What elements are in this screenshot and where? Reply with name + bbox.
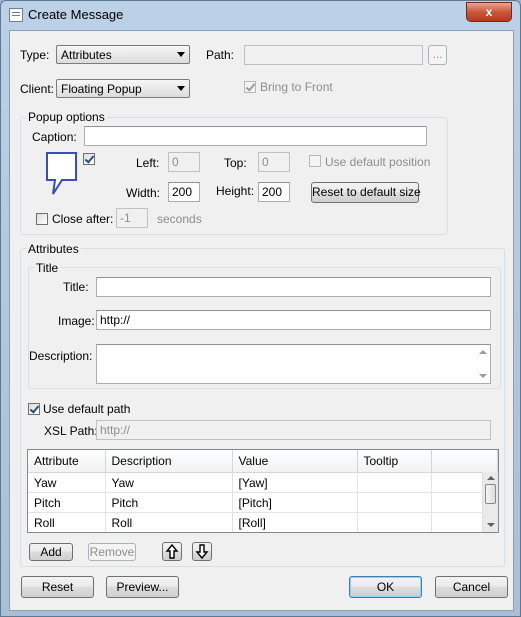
- table-header-row: Attribute Description Value Tooltip: [28, 450, 498, 473]
- xsl-path-label: XSL Path:: [44, 424, 98, 438]
- arrow-up-icon: [165, 543, 179, 559]
- left-input[interactable]: 0: [168, 152, 200, 172]
- browse-button[interactable]: ...: [428, 45, 447, 65]
- table-cell[interactable]: [Pitch]: [232, 492, 358, 513]
- close-button[interactable]: x: [466, 2, 512, 22]
- title-input[interactable]: [96, 277, 491, 297]
- left-label: Left:: [136, 156, 160, 170]
- dialog-body: Type: Attributes Path: ... Client: Float…: [9, 30, 514, 611]
- table-cell[interactable]: [357, 512, 432, 532]
- column-header-filler: [431, 450, 498, 473]
- height-input[interactable]: 200: [258, 182, 290, 202]
- column-header-value[interactable]: Value: [232, 450, 358, 473]
- reset-size-button[interactable]: Reset to default size: [311, 182, 421, 203]
- top-input[interactable]: 0: [258, 152, 290, 172]
- bring-to-front-label: Bring to Front: [260, 80, 333, 94]
- type-select-value: Attributes: [61, 48, 112, 62]
- use-default-position-label: Use default position: [325, 155, 431, 169]
- add-button[interactable]: Add: [29, 543, 73, 561]
- move-down-button[interactable]: [192, 542, 212, 561]
- table-row[interactable]: Roll Roll [Roll]: [28, 512, 498, 532]
- column-header-description[interactable]: Description: [105, 450, 233, 473]
- use-default-path-label: Use default path: [43, 402, 131, 416]
- scroll-thumb[interactable]: [485, 484, 496, 504]
- type-label: Type:: [20, 48, 50, 62]
- client-select-value: Floating Popup: [61, 82, 142, 96]
- seconds-label: seconds: [157, 212, 202, 226]
- title-bar[interactable]: Create Message x: [1, 1, 520, 29]
- message-icon: [9, 8, 23, 22]
- scroll-down-icon[interactable]: [487, 523, 495, 527]
- chevron-down-icon: [177, 52, 185, 57]
- create-message-window: Create Message x Type: Attributes Path: …: [0, 0, 521, 617]
- close-after-input[interactable]: -1: [116, 208, 148, 228]
- move-up-button[interactable]: [162, 542, 182, 561]
- use-default-position-checkbox[interactable]: [309, 155, 321, 167]
- caption-label: Caption:: [32, 130, 77, 144]
- table-cell[interactable]: Pitch: [105, 492, 233, 513]
- ok-button[interactable]: OK: [349, 576, 422, 598]
- table-row[interactable]: Pitch Pitch [Pitch]: [28, 492, 498, 513]
- table-scrollbar[interactable]: [482, 472, 498, 532]
- description-label: Description:: [29, 349, 93, 363]
- width-input[interactable]: 200: [168, 182, 200, 202]
- image-input[interactable]: http://: [96, 310, 491, 330]
- cancel-button[interactable]: Cancel: [435, 576, 508, 598]
- table-cell[interactable]: Pitch: [28, 492, 106, 513]
- remove-button[interactable]: Remove: [88, 543, 136, 561]
- table-cell[interactable]: [Yaw]: [232, 472, 358, 493]
- column-header-tooltip[interactable]: Tooltip: [357, 450, 432, 473]
- attributes-label: Attributes: [26, 242, 81, 256]
- table-cell[interactable]: Yaw: [28, 472, 106, 493]
- description-textarea[interactable]: [96, 344, 491, 384]
- top-label: Top:: [224, 156, 247, 170]
- caption-input[interactable]: [84, 126, 427, 146]
- close-after-checkbox[interactable]: [36, 213, 48, 225]
- client-select[interactable]: Floating Popup: [56, 79, 190, 98]
- close-after-label: Close after:: [52, 212, 114, 226]
- image-label: Image:: [58, 314, 95, 328]
- client-label: Client:: [20, 82, 55, 96]
- chevron-down-icon: [177, 86, 185, 91]
- table-cell[interactable]: Roll: [105, 512, 233, 532]
- arrow-down-icon: [195, 544, 209, 560]
- popup-options-label: Popup options: [26, 110, 107, 124]
- use-default-path-checkbox[interactable]: [28, 403, 40, 415]
- height-label: Height:: [216, 184, 255, 198]
- window-title: Create Message: [28, 7, 124, 22]
- popup-preview-icon: [45, 152, 79, 196]
- reset-button[interactable]: Reset: [21, 576, 94, 598]
- preview-button[interactable]: Preview...: [106, 576, 179, 598]
- attributes-table[interactable]: Attribute Description Value Tooltip Yaw …: [27, 449, 499, 533]
- show-icon-checkbox[interactable]: [83, 153, 95, 165]
- table-row[interactable]: Yaw Yaw [Yaw]: [28, 472, 498, 493]
- attributes-grid: Attribute Description Value Tooltip Yaw …: [28, 450, 498, 532]
- path-field[interactable]: [244, 45, 423, 65]
- xsl-path-input[interactable]: http://: [96, 420, 491, 440]
- title-group-label: Title: [34, 261, 61, 275]
- path-label: Path:: [206, 48, 235, 62]
- table-cell[interactable]: [357, 472, 432, 493]
- description-scrollbar[interactable]: [476, 345, 490, 383]
- width-label: Width:: [126, 186, 161, 200]
- table-cell[interactable]: Roll: [28, 512, 106, 532]
- scroll-up-icon[interactable]: [487, 476, 495, 480]
- scroll-up-icon: [479, 350, 487, 354]
- table-cell[interactable]: [Roll]: [232, 512, 358, 532]
- bring-to-front-checkbox[interactable]: [244, 81, 256, 93]
- scroll-down-icon: [479, 374, 487, 378]
- column-header-attribute[interactable]: Attribute: [28, 450, 106, 473]
- table-cell[interactable]: Yaw: [105, 472, 233, 493]
- table-cell[interactable]: [357, 492, 432, 513]
- type-select[interactable]: Attributes: [56, 45, 190, 64]
- title-label: Title:: [63, 280, 89, 294]
